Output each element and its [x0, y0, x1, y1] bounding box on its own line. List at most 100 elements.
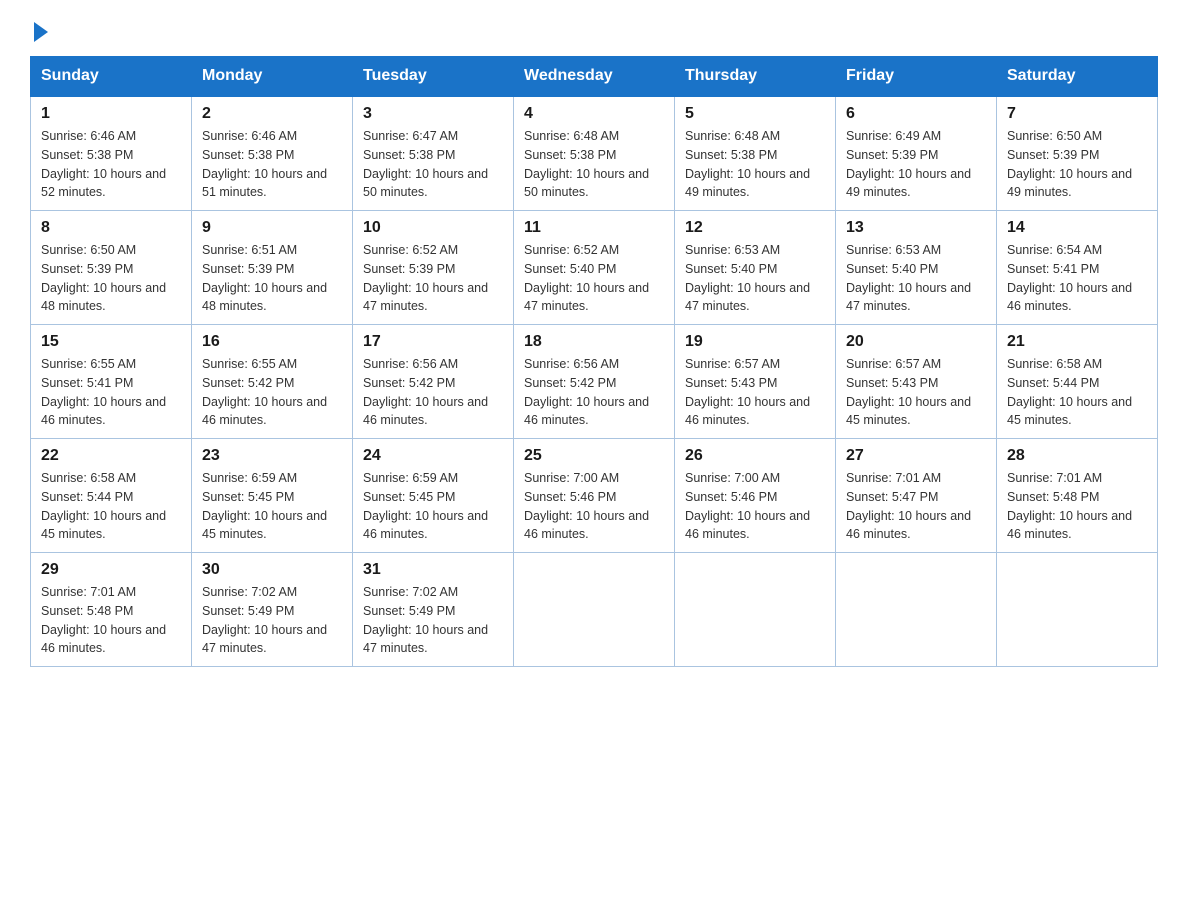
calendar-cell: 14 Sunrise: 6:54 AMSunset: 5:41 PMDaylig… — [997, 211, 1158, 325]
day-number: 2 — [202, 105, 342, 123]
day-info: Sunrise: 6:50 AMSunset: 5:39 PMDaylight:… — [1007, 129, 1132, 199]
calendar-cell: 31 Sunrise: 7:02 AMSunset: 5:49 PMDaylig… — [353, 553, 514, 667]
day-number: 28 — [1007, 447, 1147, 465]
calendar-cell: 4 Sunrise: 6:48 AMSunset: 5:38 PMDayligh… — [514, 96, 675, 211]
calendar-cell: 30 Sunrise: 7:02 AMSunset: 5:49 PMDaylig… — [192, 553, 353, 667]
calendar-cell: 24 Sunrise: 6:59 AMSunset: 5:45 PMDaylig… — [353, 439, 514, 553]
day-info: Sunrise: 6:58 AMSunset: 5:44 PMDaylight:… — [41, 471, 166, 541]
calendar-cell: 3 Sunrise: 6:47 AMSunset: 5:38 PMDayligh… — [353, 96, 514, 211]
day-number: 9 — [202, 219, 342, 237]
day-number: 3 — [363, 105, 503, 123]
calendar-cell: 5 Sunrise: 6:48 AMSunset: 5:38 PMDayligh… — [675, 96, 836, 211]
calendar-cell: 15 Sunrise: 6:55 AMSunset: 5:41 PMDaylig… — [31, 325, 192, 439]
day-info: Sunrise: 6:55 AMSunset: 5:41 PMDaylight:… — [41, 357, 166, 427]
day-info: Sunrise: 6:47 AMSunset: 5:38 PMDaylight:… — [363, 129, 488, 199]
day-number: 22 — [41, 447, 181, 465]
calendar-cell: 13 Sunrise: 6:53 AMSunset: 5:40 PMDaylig… — [836, 211, 997, 325]
day-info: Sunrise: 6:55 AMSunset: 5:42 PMDaylight:… — [202, 357, 327, 427]
day-info: Sunrise: 6:51 AMSunset: 5:39 PMDaylight:… — [202, 243, 327, 313]
calendar-cell: 26 Sunrise: 7:00 AMSunset: 5:46 PMDaylig… — [675, 439, 836, 553]
calendar-cell: 6 Sunrise: 6:49 AMSunset: 5:39 PMDayligh… — [836, 96, 997, 211]
calendar-cell: 25 Sunrise: 7:00 AMSunset: 5:46 PMDaylig… — [514, 439, 675, 553]
day-number: 24 — [363, 447, 503, 465]
day-number: 18 — [524, 333, 664, 351]
day-info: Sunrise: 6:50 AMSunset: 5:39 PMDaylight:… — [41, 243, 166, 313]
calendar-cell: 29 Sunrise: 7:01 AMSunset: 5:48 PMDaylig… — [31, 553, 192, 667]
header-row: SundayMondayTuesdayWednesdayThursdayFrid… — [31, 57, 1158, 97]
day-number: 10 — [363, 219, 503, 237]
col-header-saturday: Saturday — [997, 57, 1158, 97]
calendar-cell — [836, 553, 997, 667]
day-info: Sunrise: 6:52 AMSunset: 5:40 PMDaylight:… — [524, 243, 649, 313]
calendar-cell: 19 Sunrise: 6:57 AMSunset: 5:43 PMDaylig… — [675, 325, 836, 439]
col-header-tuesday: Tuesday — [353, 57, 514, 97]
calendar-cell: 20 Sunrise: 6:57 AMSunset: 5:43 PMDaylig… — [836, 325, 997, 439]
day-info: Sunrise: 6:56 AMSunset: 5:42 PMDaylight:… — [363, 357, 488, 427]
calendar-cell: 12 Sunrise: 6:53 AMSunset: 5:40 PMDaylig… — [675, 211, 836, 325]
day-info: Sunrise: 6:58 AMSunset: 5:44 PMDaylight:… — [1007, 357, 1132, 427]
day-number: 27 — [846, 447, 986, 465]
day-info: Sunrise: 6:54 AMSunset: 5:41 PMDaylight:… — [1007, 243, 1132, 313]
week-row-1: 1 Sunrise: 6:46 AMSunset: 5:38 PMDayligh… — [31, 96, 1158, 211]
calendar-cell: 23 Sunrise: 6:59 AMSunset: 5:45 PMDaylig… — [192, 439, 353, 553]
col-header-friday: Friday — [836, 57, 997, 97]
day-number: 25 — [524, 447, 664, 465]
day-number: 21 — [1007, 333, 1147, 351]
calendar-cell: 18 Sunrise: 6:56 AMSunset: 5:42 PMDaylig… — [514, 325, 675, 439]
day-number: 19 — [685, 333, 825, 351]
day-number: 8 — [41, 219, 181, 237]
col-header-sunday: Sunday — [31, 57, 192, 97]
day-number: 5 — [685, 105, 825, 123]
day-number: 6 — [846, 105, 986, 123]
day-number: 29 — [41, 561, 181, 579]
page-header — [30, 20, 1158, 38]
day-info: Sunrise: 7:02 AMSunset: 5:49 PMDaylight:… — [363, 585, 488, 655]
week-row-4: 22 Sunrise: 6:58 AMSunset: 5:44 PMDaylig… — [31, 439, 1158, 553]
day-info: Sunrise: 6:59 AMSunset: 5:45 PMDaylight:… — [202, 471, 327, 541]
week-row-3: 15 Sunrise: 6:55 AMSunset: 5:41 PMDaylig… — [31, 325, 1158, 439]
day-info: Sunrise: 6:53 AMSunset: 5:40 PMDaylight:… — [685, 243, 810, 313]
calendar-cell: 7 Sunrise: 6:50 AMSunset: 5:39 PMDayligh… — [997, 96, 1158, 211]
day-number: 16 — [202, 333, 342, 351]
calendar-cell: 9 Sunrise: 6:51 AMSunset: 5:39 PMDayligh… — [192, 211, 353, 325]
calendar-cell: 22 Sunrise: 6:58 AMSunset: 5:44 PMDaylig… — [31, 439, 192, 553]
day-info: Sunrise: 7:00 AMSunset: 5:46 PMDaylight:… — [524, 471, 649, 541]
day-info: Sunrise: 6:46 AMSunset: 5:38 PMDaylight:… — [202, 129, 327, 199]
day-number: 26 — [685, 447, 825, 465]
day-info: Sunrise: 6:57 AMSunset: 5:43 PMDaylight:… — [846, 357, 971, 427]
day-number: 11 — [524, 219, 664, 237]
day-info: Sunrise: 6:48 AMSunset: 5:38 PMDaylight:… — [685, 129, 810, 199]
day-info: Sunrise: 6:46 AMSunset: 5:38 PMDaylight:… — [41, 129, 166, 199]
week-row-5: 29 Sunrise: 7:01 AMSunset: 5:48 PMDaylig… — [31, 553, 1158, 667]
logo — [30, 20, 48, 38]
calendar-cell — [997, 553, 1158, 667]
col-header-wednesday: Wednesday — [514, 57, 675, 97]
day-info: Sunrise: 6:48 AMSunset: 5:38 PMDaylight:… — [524, 129, 649, 199]
day-info: Sunrise: 6:53 AMSunset: 5:40 PMDaylight:… — [846, 243, 971, 313]
day-info: Sunrise: 7:02 AMSunset: 5:49 PMDaylight:… — [202, 585, 327, 655]
day-info: Sunrise: 6:59 AMSunset: 5:45 PMDaylight:… — [363, 471, 488, 541]
calendar-cell: 27 Sunrise: 7:01 AMSunset: 5:47 PMDaylig… — [836, 439, 997, 553]
calendar-cell: 11 Sunrise: 6:52 AMSunset: 5:40 PMDaylig… — [514, 211, 675, 325]
day-number: 15 — [41, 333, 181, 351]
calendar-cell: 1 Sunrise: 6:46 AMSunset: 5:38 PMDayligh… — [31, 96, 192, 211]
calendar-cell — [514, 553, 675, 667]
calendar-cell: 28 Sunrise: 7:01 AMSunset: 5:48 PMDaylig… — [997, 439, 1158, 553]
day-info: Sunrise: 7:01 AMSunset: 5:48 PMDaylight:… — [1007, 471, 1132, 541]
calendar-cell: 2 Sunrise: 6:46 AMSunset: 5:38 PMDayligh… — [192, 96, 353, 211]
day-number: 20 — [846, 333, 986, 351]
day-info: Sunrise: 7:00 AMSunset: 5:46 PMDaylight:… — [685, 471, 810, 541]
week-row-2: 8 Sunrise: 6:50 AMSunset: 5:39 PMDayligh… — [31, 211, 1158, 325]
day-number: 14 — [1007, 219, 1147, 237]
day-info: Sunrise: 7:01 AMSunset: 5:47 PMDaylight:… — [846, 471, 971, 541]
day-info: Sunrise: 6:52 AMSunset: 5:39 PMDaylight:… — [363, 243, 488, 313]
col-header-monday: Monday — [192, 57, 353, 97]
day-info: Sunrise: 6:57 AMSunset: 5:43 PMDaylight:… — [685, 357, 810, 427]
day-number: 4 — [524, 105, 664, 123]
day-number: 13 — [846, 219, 986, 237]
day-info: Sunrise: 6:56 AMSunset: 5:42 PMDaylight:… — [524, 357, 649, 427]
calendar-cell: 16 Sunrise: 6:55 AMSunset: 5:42 PMDaylig… — [192, 325, 353, 439]
logo-arrow-icon — [34, 22, 48, 42]
day-number: 17 — [363, 333, 503, 351]
calendar-cell — [675, 553, 836, 667]
